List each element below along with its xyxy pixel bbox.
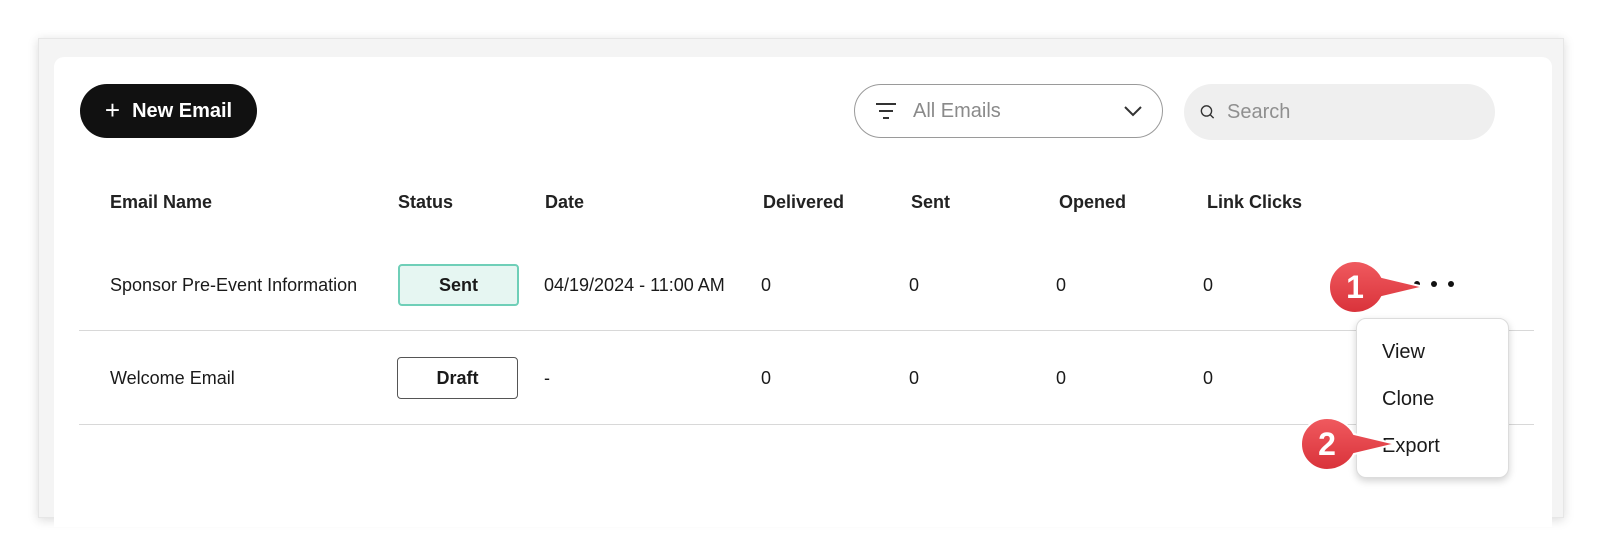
column-header-email-name[interactable]: Email Name <box>110 192 212 213</box>
menu-item-clone[interactable]: Clone <box>1382 388 1434 411</box>
emails-panel: + New Email All Emails Email Name Status <box>54 57 1552 527</box>
sent-cell: 0 <box>909 275 920 295</box>
column-header-sent[interactable]: Sent <box>911 192 950 213</box>
filter-icon <box>876 103 896 119</box>
new-email-button[interactable]: + New Email <box>80 84 257 138</box>
row-divider <box>79 330 1534 331</box>
menu-item-view[interactable]: View <box>1382 341 1425 364</box>
link-clicks-cell: 0 <box>1203 368 1214 388</box>
email-filter-select[interactable]: All Emails <box>854 84 1163 138</box>
column-header-delivered[interactable]: Delivered <box>763 192 844 213</box>
column-header-link-clicks[interactable]: Link Clicks <box>1207 192 1302 213</box>
email-name-cell[interactable]: Sponsor Pre-Event Information <box>110 275 357 296</box>
callout-number: 2 <box>1318 425 1336 462</box>
date-cell: - <box>544 368 550 388</box>
opened-cell: 0 <box>1056 275 1067 295</box>
dot <box>1431 281 1437 287</box>
column-header-opened[interactable]: Opened <box>1059 192 1126 213</box>
column-header-date[interactable]: Date <box>545 192 584 213</box>
status-badge: Sent <box>398 264 519 306</box>
filter-value: All Emails <box>913 99 1001 122</box>
plus-icon: + <box>104 95 121 125</box>
dot <box>1448 281 1454 287</box>
date-cell: 04/19/2024 - 11:00 AM <box>544 275 725 295</box>
new-email-label: New Email <box>132 99 233 122</box>
callout-marker-1: 1 <box>1324 259 1428 315</box>
status-badge: Draft <box>397 357 518 399</box>
opened-cell: 0 <box>1056 368 1067 388</box>
delivered-cell: 0 <box>761 368 772 388</box>
search-input[interactable] <box>1225 99 1479 125</box>
column-header-status[interactable]: Status <box>398 192 453 213</box>
callout-marker-2: 2 <box>1296 416 1400 472</box>
search-icon <box>1200 105 1215 119</box>
sent-cell: 0 <box>909 368 920 388</box>
search-box[interactable] <box>1184 84 1495 140</box>
chevron-down-icon <box>1124 106 1142 117</box>
email-name-cell[interactable]: Welcome Email <box>110 368 235 389</box>
link-clicks-cell: 0 <box>1203 275 1214 295</box>
delivered-cell: 0 <box>761 275 772 295</box>
app-frame: + New Email All Emails Email Name Status <box>38 38 1564 527</box>
callout-number: 1 <box>1346 268 1364 305</box>
